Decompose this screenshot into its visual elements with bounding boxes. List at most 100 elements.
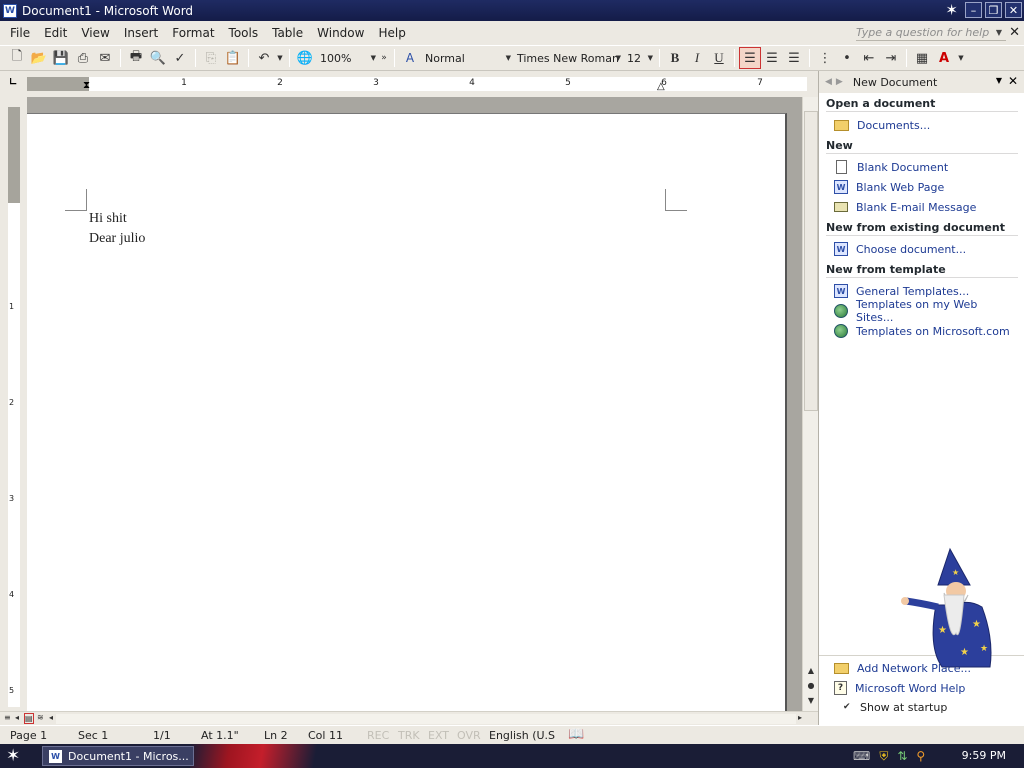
back-icon[interactable]: ◀ [825,77,832,87]
print-layout-icon[interactable]: ▤ [24,713,34,724]
shield-icon[interactable]: ⛨ [879,749,888,764]
ask-question-input[interactable]: Type a question for help ▼ [856,24,1006,41]
style-select[interactable]: Normal ▼ [421,49,513,68]
link-blank-document[interactable]: Blank Document [826,157,1018,177]
minimize-button[interactable]: – [965,2,982,18]
status-ext[interactable]: EXT [428,729,449,742]
align-center-button[interactable]: ☰ [761,47,783,69]
forward-icon[interactable]: ▶ [836,77,843,87]
bullets-icon[interactable]: • [836,47,858,69]
network-icon[interactable]: ⇅ [897,749,907,763]
print-icon[interactable]: 🖶 [125,47,147,69]
menu-tools[interactable]: Tools [222,26,266,40]
menu-format[interactable]: Format [165,26,221,40]
increase-indent-icon[interactable]: ⇥ [880,47,902,69]
menu-edit[interactable]: Edit [37,26,74,40]
right-indent-marker-icon[interactable]: △ [657,81,665,92]
styles-formatting-icon[interactable]: A [399,47,421,69]
link-label[interactable]: Microsoft Word Help [855,682,965,695]
link-choose-document[interactable]: W Choose document... [826,239,1018,259]
show-at-startup-checkbox[interactable]: ✔ Show at startup [826,698,1019,716]
menu-help[interactable]: Help [371,26,412,40]
status-trk[interactable]: TRK [398,729,420,742]
search-icon[interactable]: ⚲ [916,749,925,763]
scroll-left-icon[interactable]: ◂ [49,713,53,722]
spelling-status-icon[interactable]: 📖 [568,727,584,742]
borders-icon[interactable]: ▦ [911,47,933,69]
link-blank-email[interactable]: Blank E-mail Message [826,197,1018,217]
link-label[interactable]: Templates on my Web Sites... [856,298,1018,324]
status-rec[interactable]: REC [367,729,389,742]
permission-icon[interactable]: ⎙ [72,47,94,69]
chevron-down-icon[interactable]: ▼ [996,28,1002,37]
status-ovr[interactable]: OVR [457,729,481,742]
normal-view-icon[interactable]: ≡ [4,713,11,722]
font-color-icon[interactable]: A [933,47,955,69]
document-page[interactable]: Hi shit Dear julio [27,113,787,711]
next-page-icon[interactable]: ▼ [804,693,818,707]
copy-icon[interactable]: ⎘ [200,47,222,69]
toolbar-more-icon[interactable]: ▼ [955,47,967,69]
link-documents[interactable]: Documents... [826,115,1018,135]
scroll-right-icon[interactable]: ▸ [798,713,802,722]
undo-dropdown-icon[interactable]: ▼ [275,47,285,69]
keyboard-icon[interactable]: ⌨ [853,749,870,763]
menu-table[interactable]: Table [265,26,310,40]
outline-view-icon[interactable]: ≋ [37,713,44,722]
numbering-icon[interactable]: ⋮ [814,47,836,69]
link-label[interactable]: Blank Web Page [856,181,944,194]
menu-view[interactable]: View [74,26,116,40]
office-assistant-wizard[interactable]: ★ ★ ★ ★ ★ [898,547,998,672]
clock[interactable]: 9:59 PM [962,749,1006,762]
link-label[interactable]: Documents... [857,119,930,132]
close-document-button[interactable]: ✕ [1009,25,1020,40]
chevron-down-icon[interactable]: ▼ [996,76,1002,85]
tab-selector-icon[interactable]: ∟ [9,77,21,89]
left-indent-marker-icon[interactable]: ⧗ [83,80,90,91]
menu-insert[interactable]: Insert [117,26,165,40]
scroll-thumb[interactable] [804,111,818,411]
save-icon[interactable]: 💾 [50,47,72,69]
open-icon[interactable]: 📂 [28,47,50,69]
browse-object-icon[interactable]: ● [804,678,818,692]
link-label[interactable]: General Templates... [856,285,969,298]
close-window-button[interactable]: ✕ [1005,2,1022,18]
toolbar-options-icon[interactable]: » [378,47,390,69]
align-right-button[interactable]: ☰ [783,47,805,69]
close-icon[interactable]: ✕ [1008,74,1018,88]
italic-button[interactable]: I [686,47,708,69]
link-templates-my-web-sites[interactable]: Templates on my Web Sites... [826,298,1018,324]
font-size-select[interactable]: 12 ▼ [623,49,655,68]
link-label[interactable]: Choose document... [856,243,966,256]
decrease-indent-icon[interactable]: ⇤ [858,47,880,69]
web-layout-icon[interactable]: ◂ [15,713,19,722]
ruler-strip[interactable]: 1 2 3 4 5 6 7 ⧗ △ [27,77,807,92]
previous-page-icon[interactable]: ▲ [804,663,818,677]
print-preview-icon[interactable]: 🔍 [147,47,169,69]
font-select[interactable]: Times New Roman ▼ [513,49,623,68]
link-label[interactable]: Templates on Microsoft.com [856,325,1010,338]
new-document-icon[interactable]: 🗋 [6,47,28,69]
link-word-help[interactable]: ? Microsoft Word Help [826,678,1019,698]
link-blank-web-page[interactable]: W Blank Web Page [826,177,1018,197]
align-left-button[interactable]: ☰ [739,47,761,69]
menu-file[interactable]: File [0,26,37,40]
spelling-icon[interactable]: ✓ [169,47,191,69]
start-button[interactable]: ✶ [6,746,32,766]
status-language[interactable]: English (U.S [489,729,555,742]
undo-icon[interactable]: ↶ [253,47,275,69]
email-toolbar-icon[interactable]: ✉ [94,47,116,69]
bold-button[interactable]: B [664,47,686,69]
word-icon[interactable]: W [3,3,17,18]
document-line[interactable]: Hi shit [89,209,145,229]
taskbar-word-button[interactable]: W Document1 - Micros... [42,746,194,766]
link-label[interactable]: Blank Document [857,161,948,174]
menu-window[interactable]: Window [310,26,371,40]
link-label[interactable]: Blank E-mail Message [856,201,976,214]
underline-button[interactable]: U [708,47,730,69]
vertical-scrollbar[interactable]: ▲ ● ▼ [802,97,818,711]
paste-icon[interactable]: 📋 [222,47,244,69]
web-globe-icon[interactable]: 🌐 [294,47,316,69]
checkmark-icon[interactable]: ✔ [843,702,854,713]
link-templates-microsoft[interactable]: Templates on Microsoft.com [826,321,1018,341]
